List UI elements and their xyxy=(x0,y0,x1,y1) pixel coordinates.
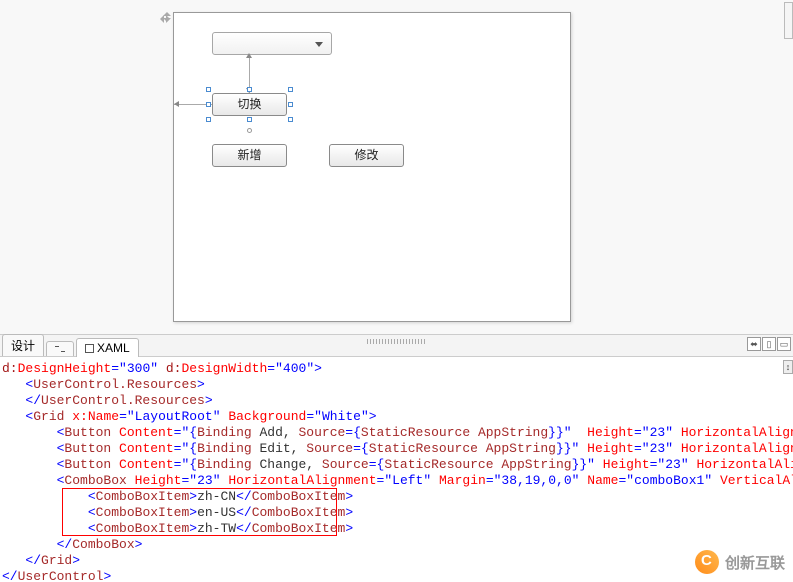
combobox-control[interactable] xyxy=(212,32,332,55)
watermark-text: 创新互联 xyxy=(725,552,785,573)
designer-canvas-area: 切换 新增 修改 xyxy=(0,0,793,335)
resize-anchor-icon xyxy=(247,128,252,133)
tab-swap[interactable] xyxy=(46,341,74,356)
chevron-down-icon xyxy=(315,42,323,47)
tab-xaml[interactable]: XAML xyxy=(76,338,139,357)
view-horizontal-icon[interactable]: ⬌ xyxy=(747,337,761,351)
tab-xaml-label: XAML xyxy=(97,341,130,355)
button-edit[interactable]: 修改 xyxy=(329,144,404,167)
box-icon xyxy=(85,344,94,353)
xaml-code-editor[interactable]: ↕ d:DesignHeight="300" d:DesignWidth="40… xyxy=(0,357,793,580)
tab-row: 设计 XAML ⬌ ▯ ▭ xyxy=(0,335,793,357)
view-vertical-icon[interactable]: ▯ xyxy=(762,337,776,351)
code-overflow-badge[interactable]: ↕ xyxy=(783,360,793,374)
view-mode-icons: ⬌ ▯ ▭ xyxy=(747,337,791,351)
guideline-horizontal xyxy=(174,104,212,105)
view-collapse-icon[interactable]: ▭ xyxy=(777,337,791,351)
xaml-code-text: d:DesignHeight="300" d:DesignWidth="400"… xyxy=(2,361,789,580)
button-add[interactable]: 新增 xyxy=(212,144,287,167)
button-change[interactable]: 切换 xyxy=(212,93,287,116)
tab-design[interactable]: 设计 xyxy=(2,334,44,356)
design-canvas[interactable]: 切换 新增 修改 xyxy=(173,12,571,322)
watermark-logo-icon xyxy=(695,550,719,574)
splitter-grip-icon[interactable] xyxy=(367,339,427,344)
guideline-arrow-left-icon xyxy=(174,101,179,107)
tab-design-label: 设计 xyxy=(11,337,35,354)
watermark: 创新互联 xyxy=(695,550,785,574)
guideline-arrow-up-icon xyxy=(246,53,252,58)
right-panel-handle[interactable] xyxy=(784,2,793,39)
swap-icon xyxy=(55,344,65,354)
canvas-anchor-icon xyxy=(160,12,170,22)
